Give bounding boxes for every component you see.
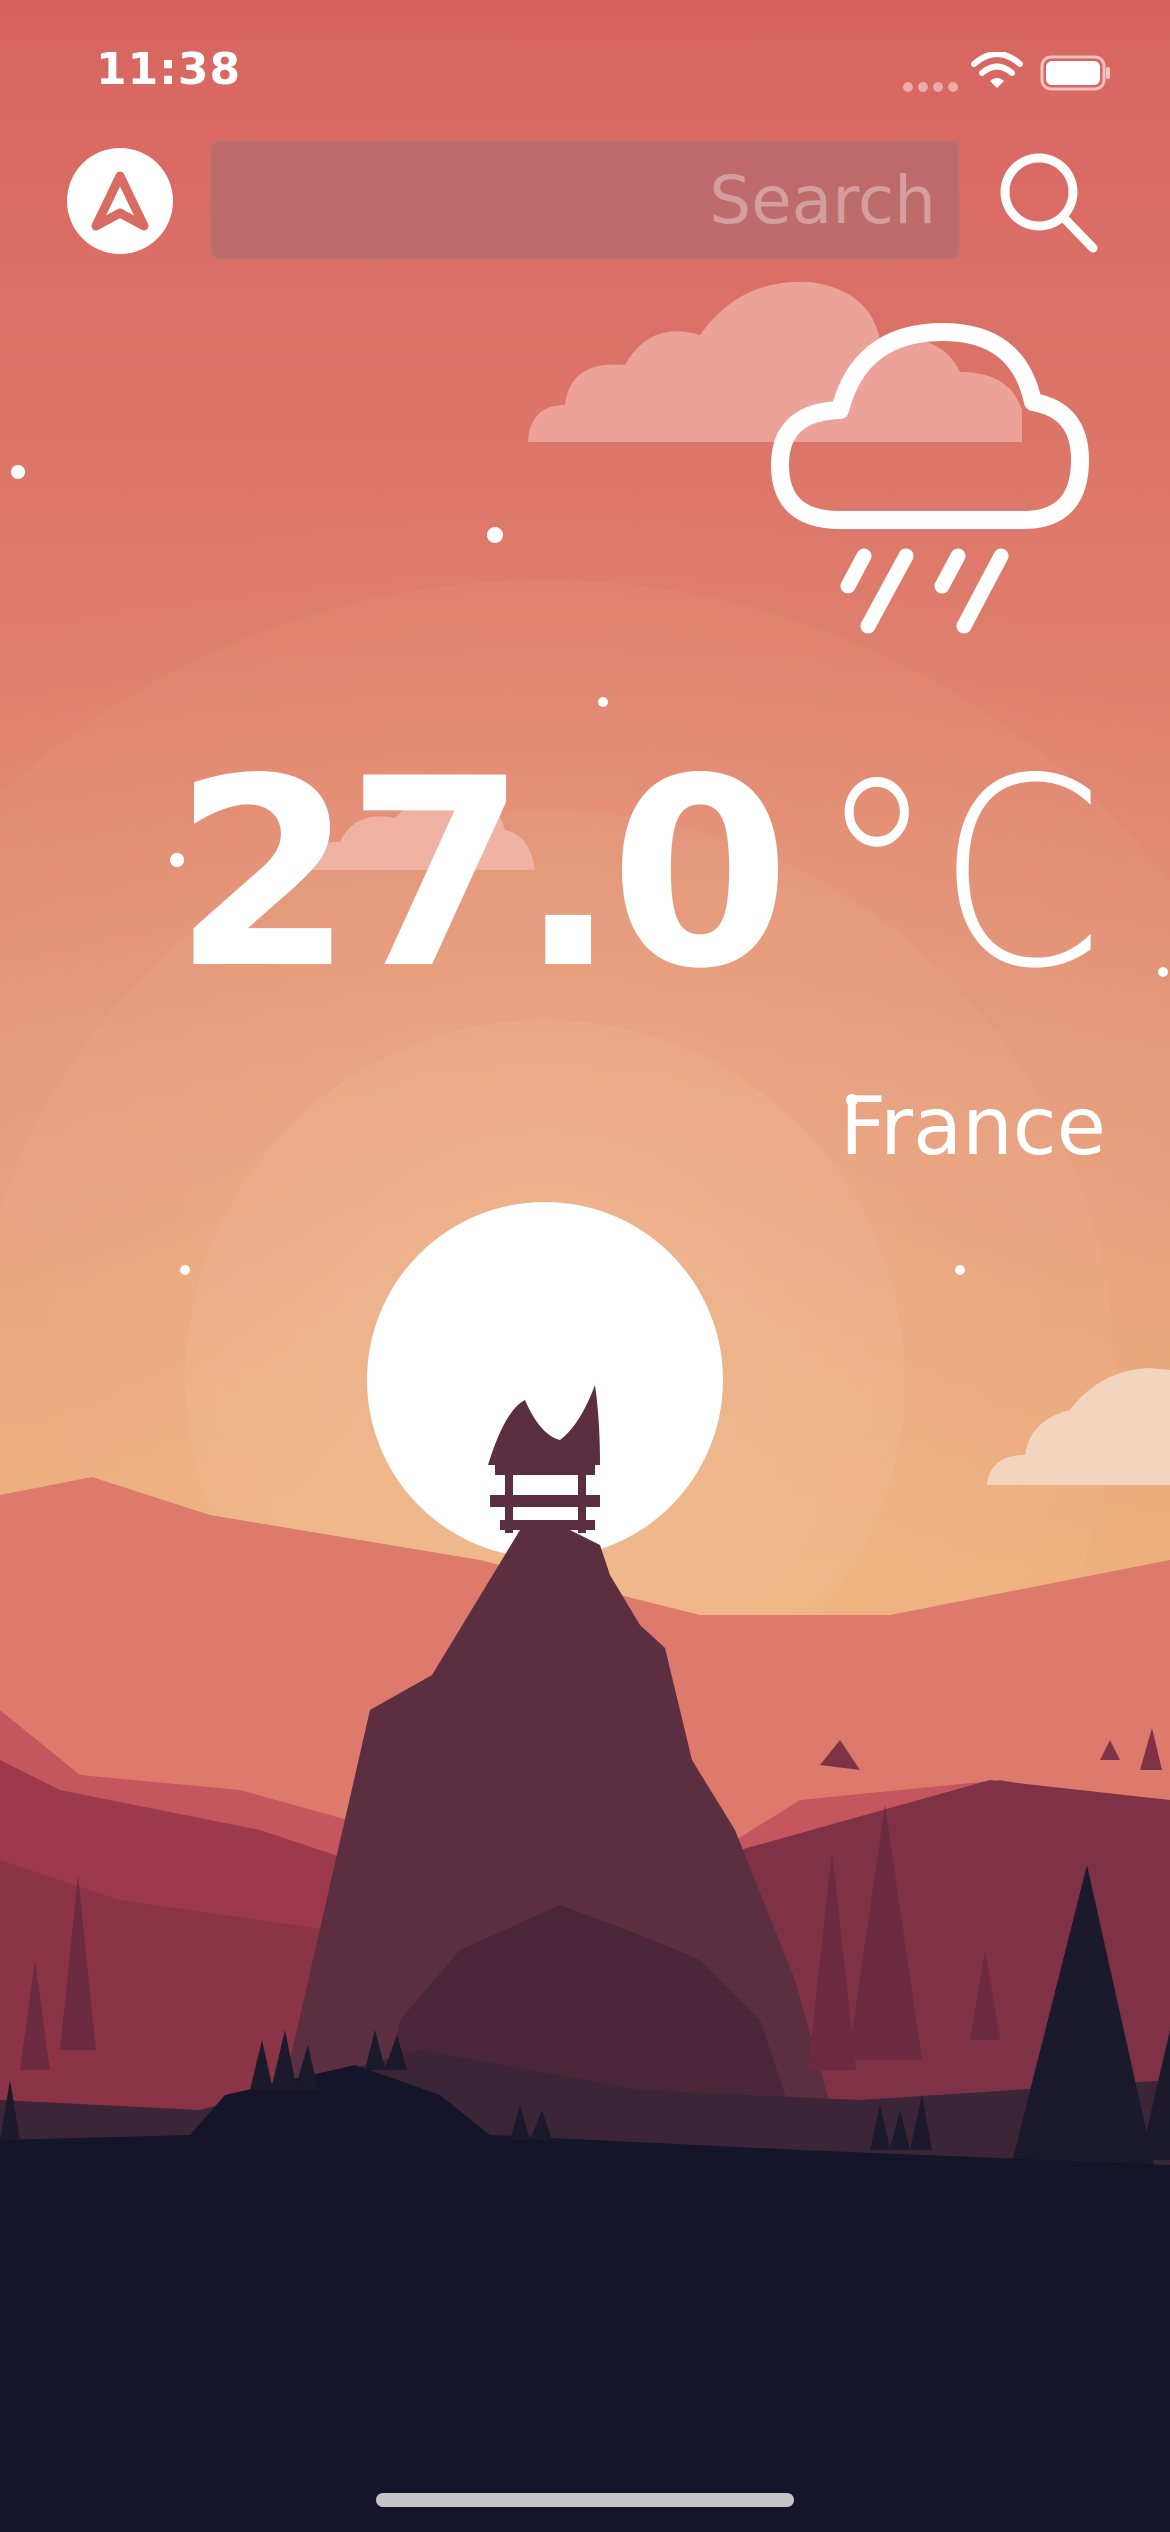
magnifier-icon xyxy=(1000,153,1098,253)
search-input[interactable] xyxy=(210,140,960,260)
search-button[interactable] xyxy=(995,148,1101,258)
star xyxy=(180,1265,190,1275)
cloud-rain-icon xyxy=(771,323,1089,634)
current-location-button[interactable] xyxy=(67,148,173,254)
location-label: France xyxy=(839,1080,1106,1173)
temperature-unit: °C xyxy=(817,724,1104,1026)
wifi-icon xyxy=(971,52,1023,88)
star xyxy=(955,1265,965,1275)
star xyxy=(11,465,25,479)
star xyxy=(1158,967,1168,977)
temperature-display: 27.0 °C xyxy=(172,724,1104,1026)
temperature-value: 27.0 xyxy=(172,724,790,1026)
weather-app-screen: 11:38 27.0 °C xyxy=(0,0,1170,2532)
battery-icon xyxy=(1040,55,1110,91)
navigation-arrow-icon xyxy=(91,171,149,231)
status-time: 11:38 xyxy=(96,44,242,95)
star xyxy=(598,697,608,707)
star xyxy=(487,527,503,543)
home-indicator[interactable] xyxy=(376,2493,794,2507)
cellular-signal-icon xyxy=(903,82,959,92)
